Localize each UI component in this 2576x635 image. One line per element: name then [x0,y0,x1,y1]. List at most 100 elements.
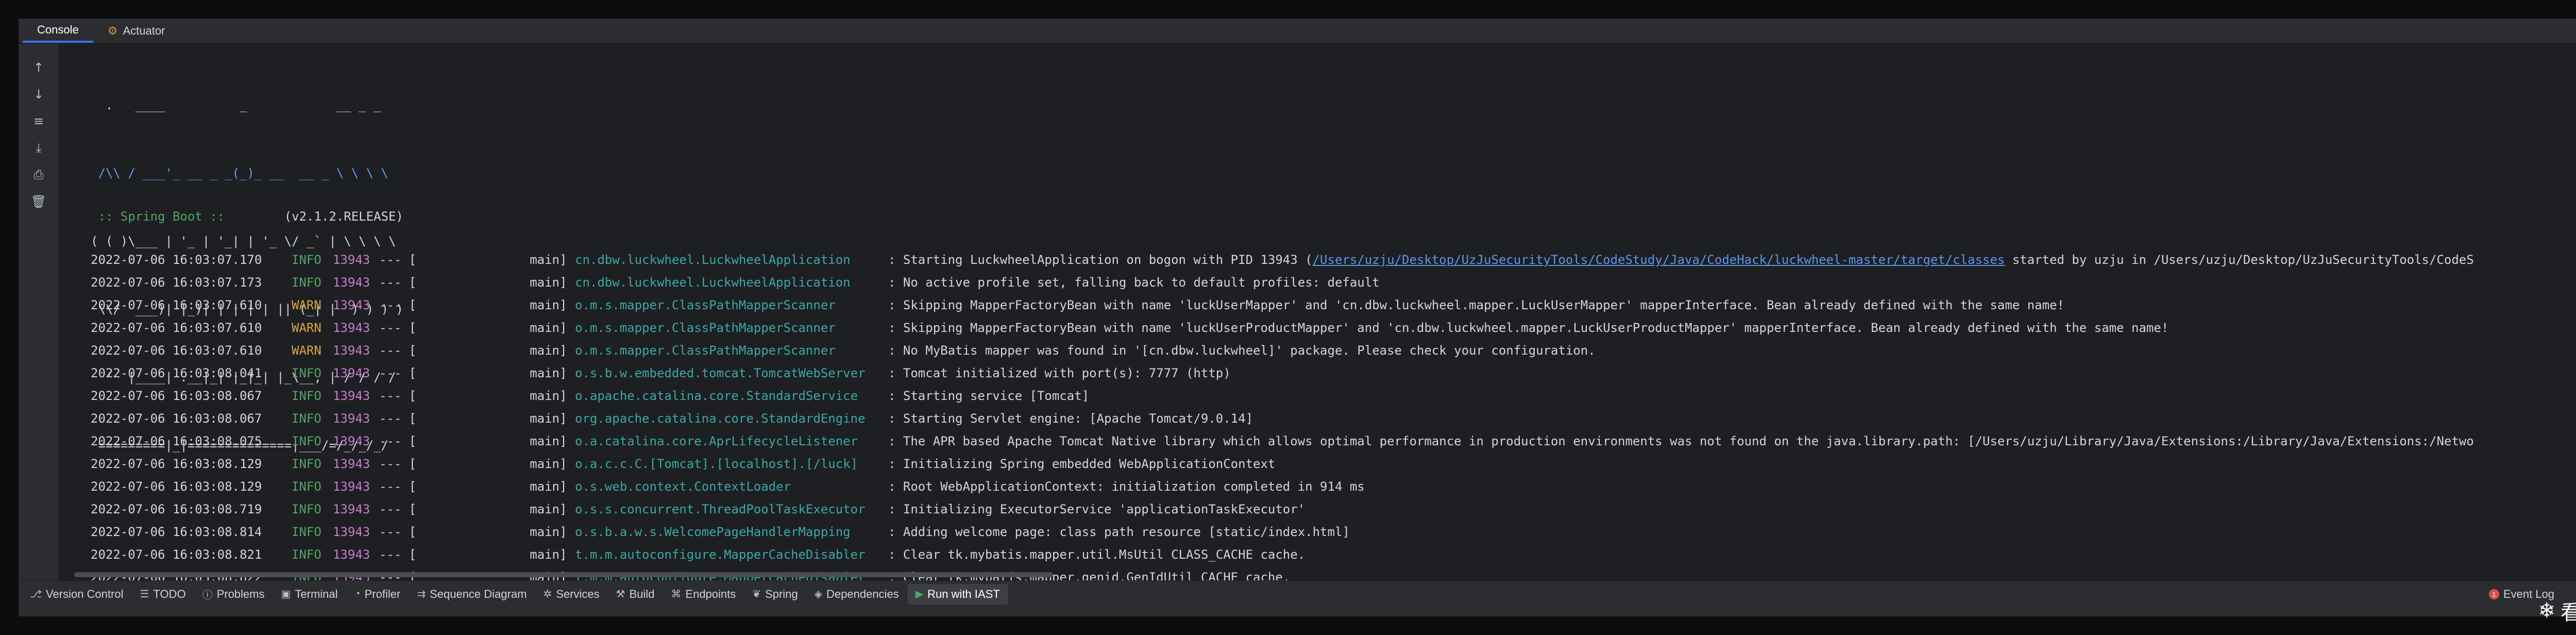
log-message-text: : The APR based Apache Tomcat Native lib… [888,434,2474,448]
log-line: 2022-07-06 16:03:07.610 WARN 13943 --- [mai… [91,339,2576,362]
trash-icon[interactable]: 🗑 [31,194,46,209]
log-logger: o.s.web.context.ContextLoader [575,479,791,494]
banner-line: . ____ _ __ _ _ [91,98,381,112]
event-log-badge: 1 [2488,589,2499,599]
log-thread-close: ] [560,298,567,312]
tool-window-build[interactable]: ⚒ Build [608,584,663,605]
tool-window-terminal[interactable]: ▣ Terminal [273,584,346,605]
log-message: : Initializing ExecutorService 'applicat… [888,498,1305,521]
log-path-link[interactable]: /Users/uzju/Desktop/UzJuSecurityTools/Co… [1313,253,2005,267]
tab-console-label: Console [37,23,79,36]
tool-window-label: Terminal [295,587,338,600]
run-tabs: Console ⚙ Actuator [19,19,2576,43]
tool-window-dependencies[interactable]: ◈ Dependencies [806,584,907,605]
log-level: INFO [292,366,321,380]
print-icon[interactable]: ⎙ [31,167,46,182]
log-pid: 13943 [333,547,370,562]
tool-window-label: Profiler [364,587,401,600]
log-pid: 13943 [333,411,370,426]
log-thread-close: ] [560,411,567,426]
log-thread: main [530,411,560,426]
soft-wrap-icon[interactable]: ≡ [31,113,46,129]
log-message-text: : Clear tk.mybatis.mapper.util.MsUtil CL… [888,547,1306,562]
tool-window-problems[interactable]: ⓘ Problems [194,584,273,605]
log-thread-close: ] [560,366,567,380]
log-timestamp: 2022-07-06 16:03:08.075 [91,434,262,448]
log-thread: main [530,253,560,267]
tool-window-profiler[interactable]: ◔ Profiler [346,584,409,605]
tool-window-label: Problems [216,587,265,600]
log-level: INFO [292,502,321,516]
log-thread: main [530,366,560,380]
tool-window-spring[interactable]: ❦ Spring [744,584,806,605]
log-thread: main [530,298,560,312]
log-line: 2022-07-06 16:03:07.173 INFO 13943 --- [mai… [91,271,2576,294]
tab-actuator[interactable]: ⚙ Actuator [93,19,180,43]
spring-boot-version-line: :: Spring Boot :: (v2.1.2.RELEASE) [91,205,403,228]
log-thread-close: ] [560,253,567,267]
log-timestamp: 2022-07-06 16:03:08.067 [91,411,262,426]
horizontal-scrollbar[interactable] [74,572,1053,577]
log-pid: 13943 [333,525,370,539]
log-message-text: : Skipping MapperFactoryBean with name '… [888,321,2169,335]
log-thread-close: ] [560,434,567,448]
log-pid: 13943 [333,321,370,335]
log-logger: o.s.b.a.w.s.WelcomePageHandlerMapping [575,525,851,539]
log-logger: cn.dbw.luckwheel.LuckwheelApplication [575,275,851,290]
log-thread-close: ] [560,479,567,494]
log-message-tail: started by uzju in /Users/uzju/Desktop/U… [2005,253,2474,267]
tool-window-endpoints[interactable]: ⌘ Endpoints [663,584,744,605]
log-timestamp: 2022-07-06 16:03:08.821 [91,547,262,562]
log-timestamp: 2022-07-06 16:03:07.610 [91,343,262,358]
tool-window-sequence-diagram[interactable]: ⇉ Sequence Diagram [409,584,535,605]
log-logger: cn.dbw.luckwheel.LuckwheelApplication [575,253,851,267]
watermark-text: 看雪 [2561,601,2576,625]
log-message-text: : Starting Servlet engine: [Apache Tomca… [888,411,1253,426]
log-message-text: : Skipping MapperFactoryBean with name '… [888,298,2064,312]
log-message-text: : Tomcat initialized with port(s): 7777 … [888,366,1231,380]
log-level: WARN [292,298,321,312]
console-output[interactable]: . ____ _ __ _ _ /\\ / ___'_ __ _ _(_)_ _… [59,43,2576,580]
tab-console[interactable]: Console [23,19,93,43]
log-pid: 13943 [333,366,370,380]
log-message-text: : Starting service [Tomcat] [888,389,1090,403]
scroll-to-end-icon[interactable]: ⤓ [31,140,46,156]
log-thread-close: ] [560,389,567,403]
log-level: WARN [292,321,321,335]
log-logger: o.m.s.mapper.ClassPathMapperScanner [575,343,836,358]
tool-window-label: Sequence Diagram [430,587,527,600]
log-thread: main [530,479,560,494]
log-thread-close: ] [560,321,567,335]
log-timestamp: 2022-07-06 16:03:08.719 [91,502,262,516]
log-level: INFO [292,411,321,426]
log-line: 2022-07-06 16:03:07.610 WARN 13943 --- [mai… [91,294,2576,316]
watermark: ❄ 看雪 [2538,596,2576,626]
tool-window-run-with-iast[interactable]: ▶ Run with IAST [907,583,1008,605]
tool-window-services[interactable]: ✲ Services [535,584,607,605]
log-message: : The APR based Apache Tomcat Native lib… [888,430,2474,453]
log-pid: 13943 [333,389,370,403]
log-timestamp: 2022-07-06 16:03:08.041 [91,366,262,380]
arrow-up-icon[interactable]: ↑ [31,60,46,75]
log-level: INFO [292,389,321,403]
log-thread: main [530,434,560,448]
log-timestamp: 2022-07-06 16:03:08.067 [91,389,262,403]
log-message-text: : Root WebApplicationContext: initializa… [888,479,1365,494]
log-thread-close: ] [560,547,567,562]
log-line: 2022-07-06 16:03:08.067 INFO 13943 --- [mai… [91,385,2576,407]
dependencies-icon: ◈ [814,589,823,600]
log-message: : Starting LuckwheelApplication on bogon… [888,248,2474,271]
actuator-icon: ⚙ [107,24,118,37]
log-line: 2022-07-06 16:03:08.129 INFO 13943 --- [mai… [91,453,2576,475]
log-message-text: : Initializing ExecutorService 'applicat… [888,502,1306,516]
tool-window-label: Run with IAST [927,587,1000,600]
tool-window-version-control[interactable]: ⎇ Version Control [22,584,131,605]
log-timestamp: 2022-07-06 16:03:07.170 [91,253,262,267]
log-timestamp: 2022-07-06 16:03:08.129 [91,479,262,494]
log-message: : No MyBatis mapper was found in '[cn.db… [888,339,1596,362]
console-toolbar: ↑ ↓ ≡ ⤓ ⎙ 🗑 [19,43,59,580]
arrow-down-icon[interactable]: ↓ [31,87,46,102]
log-logger: o.s.s.concurrent.ThreadPoolTaskExecutor [575,502,866,516]
snowflake-icon: ❄ [2538,599,2555,623]
tool-window-todo[interactable]: ☰ TODO [131,584,194,605]
